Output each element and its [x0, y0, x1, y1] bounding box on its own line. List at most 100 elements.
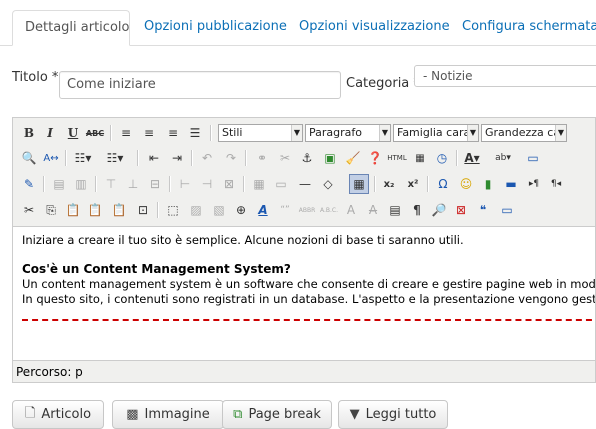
merge-cells-icon[interactable]: ▭ — [271, 174, 291, 194]
editor-content[interactable]: Iniziare a creare il tuo sito è semplice… — [13, 226, 596, 361]
tab-configura-schermata[interactable]: Configura schermata di — [462, 10, 596, 46]
category-select[interactable]: - Notizie — [414, 65, 596, 87]
page-break-marker — [22, 319, 595, 321]
align-left-icon[interactable]: ≡ — [116, 123, 136, 143]
table-cell-props-icon[interactable]: ▥ — [71, 174, 91, 194]
attributes-icon[interactable]: ▤ — [385, 200, 405, 220]
insert-image-button[interactable]: ▩ Immagine — [112, 400, 224, 429]
insert-date-icon[interactable]: ▦ — [410, 148, 430, 168]
insert-layer-icon[interactable]: ▬ — [501, 174, 521, 194]
format-dropdown[interactable]: Paragrafo ▼ — [305, 124, 391, 142]
toolbar-row-2: 🔍 A↔ ☷▾ ☷▾ ⇤ ⇥ ↶ ↷ ⚭ ✂ ⚓ ▣ 🧹 ❓ HTML ▦ ◷ … — [13, 146, 595, 170]
content-heading: Cos'è un Content Management System? — [22, 262, 291, 276]
underline-icon[interactable]: U — [63, 123, 83, 143]
cite-icon[interactable]: “” — [275, 200, 295, 220]
cleanup-icon[interactable]: 🧹 — [343, 148, 363, 168]
font-size-dropdown[interactable]: Grandezza cara ▼ — [481, 124, 567, 142]
nonbreaking-icon[interactable]: ¶ — [407, 200, 427, 220]
bold-icon[interactable]: B — [19, 123, 39, 143]
paste-text-icon[interactable]: 📋 — [85, 200, 105, 220]
insert-pagebreak-button[interactable]: ⧉ Page break — [222, 400, 332, 429]
acronym-icon[interactable]: A.B.C. — [319, 200, 339, 220]
italic-icon[interactable]: I — [40, 123, 60, 143]
insert-row-before-icon[interactable]: ⊤ — [101, 174, 121, 194]
copy-icon: ⧉ — [233, 407, 243, 422]
redo-icon[interactable]: ↷ — [221, 148, 241, 168]
help-icon[interactable]: ❓ — [365, 148, 385, 168]
file-add-icon: 🗋 — [24, 405, 36, 421]
background-color-icon[interactable]: ab▾ — [493, 148, 513, 168]
align-right-icon[interactable]: ≡ — [163, 123, 183, 143]
cut-icon[interactable]: ✂ — [19, 200, 39, 220]
fullscreen-icon[interactable]: ▭ — [523, 148, 543, 168]
content-intro: Iniziare a creare il tuo sito è semplice… — [22, 233, 464, 247]
outdent-icon[interactable]: ⇤ — [144, 148, 164, 168]
insert-col-after-icon[interactable]: ⊣ — [197, 174, 217, 194]
special-char-icon[interactable]: Ω — [433, 174, 453, 194]
title-input[interactable]: Come iniziare — [59, 71, 341, 99]
paste-word-icon[interactable]: 📋 — [109, 200, 129, 220]
delete-col-icon[interactable]: ⊠ — [219, 174, 239, 194]
tab-dettagli-articolo[interactable]: Dettagli articolo — [12, 10, 130, 46]
rtl-icon[interactable]: ¶◂ — [546, 174, 566, 194]
table-row-props-icon[interactable]: ▤ — [49, 174, 69, 194]
strikethrough-icon[interactable]: ABC — [85, 123, 105, 143]
paste-icon[interactable]: 📋 — [63, 200, 83, 220]
copy-icon[interactable]: ⎘ — [41, 200, 61, 220]
ltr-icon[interactable]: ▸¶ — [524, 174, 544, 194]
title-label: Titolo * — [12, 70, 59, 85]
undo-icon[interactable]: ↶ — [197, 148, 217, 168]
template-icon[interactable]: ⊠ — [451, 200, 471, 220]
delete-row-icon[interactable]: ⊟ — [145, 174, 165, 194]
move-forward-icon[interactable]: ▨ — [186, 200, 206, 220]
align-justify-icon[interactable]: ☰ — [185, 123, 205, 143]
media-icon[interactable]: ▮ — [478, 174, 498, 194]
select-all-icon[interactable]: ⊡ — [133, 200, 153, 220]
chevron-down-icon: ▼ — [379, 125, 390, 141]
split-cells-icon[interactable]: ▦ — [249, 174, 269, 194]
remove-format-icon[interactable]: ◇ — [318, 174, 338, 194]
readmore-button[interactable]: ▼ Leggi tutto — [338, 400, 448, 429]
insert-time-icon[interactable]: ◷ — [432, 148, 452, 168]
link-icon[interactable]: ⚭ — [252, 148, 272, 168]
visual-aid-icon[interactable]: ▦ — [349, 174, 369, 194]
abbreviation-icon[interactable]: ABBR — [297, 200, 317, 220]
emoticons-icon[interactable]: ☺ — [456, 174, 476, 194]
align-center-icon[interactable]: ≡ — [139, 123, 159, 143]
superscript-icon[interactable]: x² — [403, 174, 423, 194]
image-icon[interactable]: ▣ — [320, 148, 340, 168]
insert-row-after-icon[interactable]: ⊥ — [123, 174, 143, 194]
move-backward-icon[interactable]: ▧ — [209, 200, 229, 220]
absolute-position-icon[interactable]: ⊕ — [231, 200, 251, 220]
indent-icon[interactable]: ⇥ — [167, 148, 187, 168]
subscript-icon[interactable]: x₂ — [379, 174, 399, 194]
tab-opzioni-visualizzazione[interactable]: Opzioni visualizzazione — [299, 10, 450, 46]
find-icon[interactable]: 🔍 — [19, 148, 39, 168]
deletion-icon[interactable]: A — [341, 200, 361, 220]
font-family-dropdown[interactable]: Famiglia caratt ▼ — [393, 124, 479, 142]
toolbar-row-4: ✂ ⎘ 📋 📋 📋 ⊡ ⬚ ▨ ▧ ⊕ A “” ABBR A.B.C. A A… — [13, 198, 595, 222]
styles-dropdown[interactable]: Stili ▼ — [218, 124, 303, 142]
text-color-icon[interactable]: A▾ — [462, 148, 482, 168]
horizontal-rule-icon[interactable]: — — [295, 174, 315, 194]
styles-props-icon[interactable]: A — [253, 200, 273, 220]
edit-css-icon[interactable]: ✎ — [19, 174, 39, 194]
content-line-1: Un content management system è un softwa… — [22, 277, 596, 291]
insert-article-button[interactable]: 🗋 Articolo — [12, 400, 104, 429]
rich-text-editor: B I U ABC ≡ ≡ ≡ ☰ Stili ▼ Paragrafo ▼ Fami… — [12, 117, 596, 383]
preview-icon[interactable]: 🔎 — [429, 200, 449, 220]
numbered-list-icon[interactable]: ☷▾ — [105, 148, 125, 168]
toolbar-row-3: ✎ ▤ ▥ ⊤ ⊥ ⊟ ⊢ ⊣ ⊠ ▦ ▭ — ◇ ▦ x₂ x² Ω ☺ ▮ … — [13, 172, 595, 196]
tab-opzioni-pubblicazione[interactable]: Opzioni pubblicazione — [144, 10, 287, 46]
bullet-list-icon[interactable]: ☷▾ — [73, 148, 93, 168]
replace-icon[interactable]: A↔ — [41, 148, 61, 168]
unlink-icon[interactable]: ✂ — [275, 148, 295, 168]
insert-col-before-icon[interactable]: ⊢ — [175, 174, 195, 194]
insertion-icon[interactable]: A — [363, 200, 383, 220]
html-icon[interactable]: HTML — [387, 148, 407, 168]
page-break-icon[interactable]: ▭ — [497, 200, 517, 220]
show-blocks-icon[interactable]: ⬚ — [163, 200, 183, 220]
blockquote-icon[interactable]: ❝ — [473, 200, 493, 220]
anchor-icon[interactable]: ⚓ — [297, 148, 317, 168]
chevron-down-icon: ▼ — [555, 125, 566, 141]
